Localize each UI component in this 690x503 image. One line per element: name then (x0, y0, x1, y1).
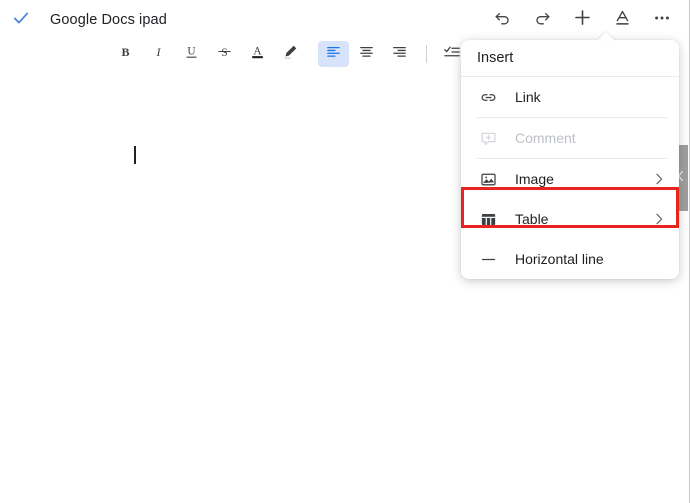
plus-icon (572, 7, 593, 33)
text-format-icon (613, 8, 632, 32)
italic-icon: I (150, 43, 167, 65)
confirm-check-button[interactable] (4, 3, 38, 37)
underline-icon: U (183, 42, 200, 66)
chevron-right-icon (651, 171, 667, 187)
text-color-button[interactable]: A (242, 41, 273, 67)
align-left-icon (325, 43, 342, 65)
strikethrough-button[interactable]: S (209, 41, 240, 67)
insert-row-comment: Comment (461, 118, 679, 158)
bold-button[interactable]: B (110, 41, 141, 67)
insert-row-label: Link (515, 89, 541, 105)
undo-icon (493, 8, 512, 32)
panel-caret (597, 32, 615, 41)
svg-text:S: S (221, 47, 227, 59)
link-icon (477, 88, 499, 107)
insert-row-label: Image (515, 171, 554, 187)
google-docs-app: Google Docs ipad (0, 0, 690, 503)
text-color-icon: A (249, 42, 266, 66)
insert-panel: Insert Link Comment (461, 40, 679, 279)
insert-row-image[interactable]: Image (461, 159, 679, 199)
text-cursor (134, 146, 136, 164)
insert-row-table[interactable]: Table (461, 199, 679, 239)
document-title[interactable]: Google Docs ipad (50, 12, 167, 28)
add-comment-icon (477, 129, 499, 148)
insert-row-label: Comment (515, 130, 576, 146)
more-horizontal-icon (652, 8, 672, 33)
insert-panel-title: Insert (461, 40, 679, 77)
insert-button[interactable] (565, 3, 599, 37)
toolbar-divider (426, 45, 427, 63)
svg-text:I: I (155, 45, 161, 59)
insert-row-link[interactable]: Link (461, 77, 679, 117)
chevron-right-icon (651, 211, 667, 227)
align-center-icon (358, 43, 375, 65)
bold-icon: B (117, 43, 134, 65)
align-center-button[interactable] (351, 41, 382, 67)
svg-text:B: B (121, 45, 129, 59)
insert-row-label: Horizontal line (515, 251, 604, 267)
highlighter-icon (282, 43, 299, 65)
title-bar-actions (482, 3, 690, 37)
table-icon (477, 210, 499, 229)
italic-button[interactable]: I (143, 41, 174, 67)
insert-row-label: Table (515, 211, 548, 227)
more-button[interactable] (645, 3, 679, 37)
check-icon (11, 8, 31, 33)
title-bar: Google Docs ipad (0, 0, 690, 40)
strikethrough-icon: S (216, 43, 233, 65)
image-icon (477, 170, 499, 189)
redo-icon (533, 8, 552, 32)
undo-button[interactable] (485, 3, 519, 37)
svg-text:U: U (187, 45, 195, 57)
underline-button[interactable]: U (176, 41, 207, 67)
insert-row-horizontal-line[interactable]: Horizontal line (461, 239, 679, 279)
align-right-icon (391, 43, 408, 65)
redo-button[interactable] (525, 3, 559, 37)
checklist-icon (443, 43, 461, 66)
highlight-button[interactable] (275, 41, 306, 67)
svg-text:A: A (253, 45, 262, 57)
align-left-button[interactable] (318, 41, 349, 67)
align-right-button[interactable] (384, 41, 415, 67)
horizontal-line-icon (477, 250, 499, 269)
